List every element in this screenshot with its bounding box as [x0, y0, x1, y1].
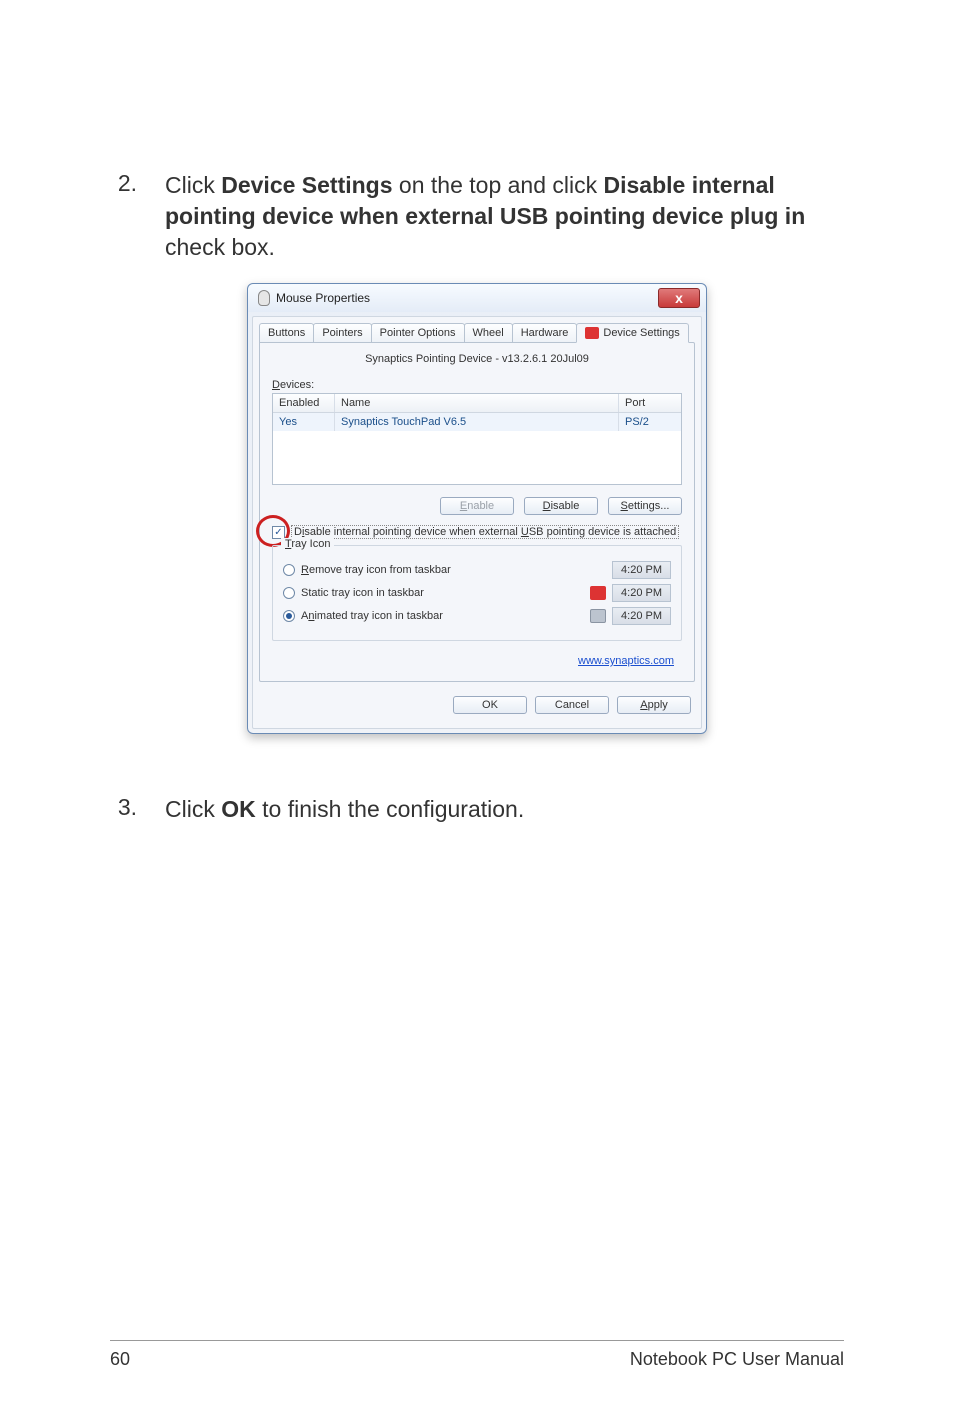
- synaptics-icon: [585, 327, 599, 339]
- col-port: Port: [619, 394, 681, 412]
- step-3-text: Click OK to finish the configuration.: [165, 794, 844, 825]
- disable-internal-checkbox-row[interactable]: ✓ Disable internal pointing device when …: [272, 525, 682, 539]
- radio-static[interactable]: Static tray icon in taskbar 4:20 PM: [283, 584, 671, 602]
- cancel-button[interactable]: Cancel: [535, 696, 609, 714]
- mouse-icon: [258, 290, 270, 306]
- devices-table: Enabled Name Port Yes Synaptics TouchPad…: [272, 393, 682, 485]
- disable-button[interactable]: Disable: [524, 497, 598, 515]
- tray-legend: Tray Icon: [281, 538, 334, 550]
- radio-remove-input[interactable]: [283, 564, 295, 576]
- tab-buttons[interactable]: Buttons: [259, 323, 314, 342]
- time-1: 4:20 PM: [612, 561, 671, 579]
- step-3-number: 3.: [110, 794, 165, 825]
- time-2: 4:20 PM: [612, 584, 671, 602]
- step-3: 3. Click OK to finish the configuration.: [110, 794, 844, 825]
- time-3: 4:20 PM: [612, 607, 671, 625]
- footer-text: Notebook PC User Manual: [630, 1349, 844, 1370]
- row-port: PS/2: [619, 413, 681, 431]
- devices-label: Devices:: [272, 379, 682, 391]
- radio-animated[interactable]: Animated tray icon in taskbar 4:20 PM: [283, 607, 671, 625]
- step-2: 2. Click Device Settings on the top and …: [110, 170, 844, 263]
- apply-button[interactable]: Apply: [617, 696, 691, 714]
- col-name: Name: [335, 394, 619, 412]
- tab-panel: Synaptics Pointing Device - v13.2.6.1 20…: [259, 342, 695, 682]
- tray-icon-fieldset: Tray Icon Remove tray icon from taskbar …: [272, 545, 682, 641]
- titlebar: Mouse Properties x: [248, 284, 706, 312]
- row-enabled: Yes: [273, 413, 335, 431]
- dialog-title: Mouse Properties: [276, 291, 370, 305]
- page-number: 60: [110, 1349, 130, 1370]
- tab-wheel[interactable]: Wheel: [464, 323, 513, 342]
- tab-device-settings[interactable]: Device Settings: [576, 323, 688, 343]
- settings-button[interactable]: Settings...: [608, 497, 682, 515]
- page-footer: 60 Notebook PC User Manual: [110, 1340, 844, 1370]
- radio-animated-input[interactable]: [283, 610, 295, 622]
- device-row[interactable]: Yes Synaptics TouchPad V6.5 PS/2: [273, 413, 681, 431]
- row-name: Synaptics TouchPad V6.5: [335, 413, 619, 431]
- tabs: Buttons Pointers Pointer Options Wheel H…: [253, 317, 701, 342]
- tab-pointers[interactable]: Pointers: [313, 323, 371, 342]
- enable-button: Enable: [440, 497, 514, 515]
- static-tray-icon: [590, 586, 606, 600]
- step-2-number: 2.: [110, 170, 165, 263]
- synaptics-link[interactable]: www.synaptics.com: [578, 655, 674, 667]
- radio-remove[interactable]: Remove tray icon from taskbar 4:20 PM: [283, 561, 671, 579]
- close-button[interactable]: x: [658, 288, 700, 308]
- radio-static-input[interactable]: [283, 587, 295, 599]
- col-enabled: Enabled: [273, 394, 335, 412]
- version-text: Synaptics Pointing Device - v13.2.6.1 20…: [272, 353, 682, 365]
- animated-tray-icon: [590, 609, 606, 623]
- tab-pointer-options[interactable]: Pointer Options: [371, 323, 465, 342]
- ok-button[interactable]: OK: [453, 696, 527, 714]
- tab-hardware[interactable]: Hardware: [512, 323, 578, 342]
- mouse-properties-dialog: Mouse Properties x Buttons Pointers Poin…: [247, 283, 707, 734]
- disable-internal-label: Disable internal pointing device when ex…: [291, 525, 679, 539]
- step-2-text: Click Device Settings on the top and cli…: [165, 170, 844, 263]
